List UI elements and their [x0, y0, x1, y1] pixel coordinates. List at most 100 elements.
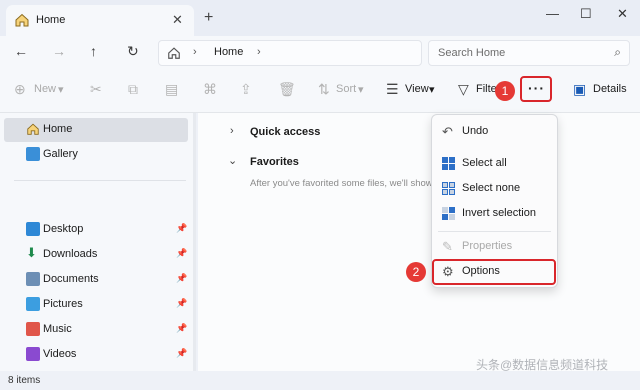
sidebar-item-downloads[interactable]: ⬇ Downloads 📌	[4, 243, 188, 267]
menu-item-properties: ✎ Properties	[432, 235, 557, 259]
content-pane: › Quick access ⌄ Favorites After you've …	[198, 113, 640, 371]
menu-item-label: Properties	[462, 240, 513, 252]
tab-close-icon[interactable]: ✕	[172, 12, 183, 28]
breadcrumb-home[interactable]: Home	[214, 46, 243, 58]
details-button[interactable]: Details	[593, 83, 627, 95]
pin-icon: 📌	[176, 348, 188, 358]
home-icon	[15, 13, 29, 27]
sidebar-item-home[interactable]: Home	[4, 118, 188, 142]
title-bar: Home ✕ + — ☐ ✕	[0, 0, 640, 36]
tab-title: Home	[36, 14, 66, 26]
videos-icon	[26, 347, 40, 361]
chevron-right-icon[interactable]: ›	[230, 125, 234, 137]
undo-icon: ↶	[442, 124, 453, 139]
pin-icon: 📌	[176, 323, 188, 333]
navigation-bar: ← → ↑ ↻ › Home › Search Home ⌕	[0, 36, 640, 68]
sidebar-item-label: Downloads	[43, 248, 98, 260]
menu-item-undo[interactable]: ↶ Undo	[432, 120, 557, 144]
breadcrumb-separator: ›	[193, 46, 197, 58]
maximize-button[interactable]: ☐	[580, 6, 592, 22]
pictures-icon	[26, 297, 40, 311]
sidebar-item-music[interactable]: Music 📌	[4, 318, 188, 342]
gallery-icon	[26, 147, 40, 161]
breadcrumb-separator: ›	[257, 46, 261, 58]
pin-icon: 📌	[176, 223, 188, 233]
more-icon: ···	[528, 80, 545, 96]
search-input[interactable]: Search Home ⌕	[428, 40, 630, 66]
quick-access-header[interactable]: Quick access	[250, 126, 320, 138]
menu-item-invert-selection[interactable]: Invert selection	[432, 202, 557, 226]
menu-item-select-none[interactable]: Select none	[432, 177, 557, 201]
menu-item-label: Invert selection	[462, 207, 536, 219]
step-badge-1: 1	[495, 81, 515, 101]
chevron-down-icon[interactable]: ⌄	[228, 154, 237, 167]
menu-item-select-all[interactable]: Select all	[432, 152, 557, 176]
favorites-header[interactable]: Favorites	[250, 156, 299, 168]
menu-item-label: Undo	[462, 125, 489, 137]
watermark: 头条@数据信息频道科技	[476, 358, 609, 372]
sidebar-item-documents[interactable]: Documents 📌	[4, 268, 188, 292]
favorites-empty-hint: After you've favorited some files, we'll…	[250, 178, 433, 189]
delete-icon[interactable]: 🗑	[278, 81, 296, 98]
chevron-down-icon: ▾	[358, 84, 364, 96]
desktop-icon	[26, 222, 40, 236]
invert-selection-icon	[442, 207, 455, 220]
select-none-icon	[442, 182, 455, 195]
sidebar-item-videos[interactable]: Videos 📌	[4, 343, 188, 367]
select-all-icon	[442, 157, 455, 170]
step-badge-2: 2	[406, 262, 426, 282]
sidebar-item-label: Videos	[43, 348, 77, 360]
sidebar-item-label: Music	[43, 323, 72, 335]
menu-item-label: Select none	[462, 182, 521, 194]
documents-icon	[26, 272, 40, 286]
see-more-button[interactable]: ···	[520, 76, 552, 102]
new-icon: ⊕	[14, 81, 26, 97]
sidebar-item-label: Desktop	[43, 223, 84, 235]
options-highlight-outline	[432, 259, 556, 285]
rename-icon[interactable]: ⌘	[203, 81, 217, 98]
chevron-down-icon: ▾	[58, 84, 64, 96]
sidebar-item-pictures[interactable]: Pictures 📌	[4, 293, 188, 317]
properties-icon: ✎	[442, 239, 453, 254]
sidebar-item-label: Gallery	[43, 148, 78, 160]
menu-item-label: Select all	[462, 157, 507, 169]
back-button[interactable]: ←	[14, 43, 28, 59]
item-count: 8 items	[8, 375, 41, 386]
new-button[interactable]: New	[34, 83, 56, 95]
sidebar-item-label: Pictures	[43, 298, 83, 310]
cut-icon[interactable]: ✂	[90, 81, 102, 98]
pin-icon: 📌	[176, 298, 188, 308]
sort-button[interactable]: Sort	[336, 83, 356, 95]
tab-home[interactable]: Home ✕	[6, 5, 194, 36]
details-pane-icon: ▣	[573, 81, 587, 97]
home-icon	[168, 47, 180, 59]
view-icon: ☰	[386, 81, 399, 97]
copy-icon[interactable]: ⧉	[128, 81, 138, 98]
navigation-pane: Home Gallery Desktop 📌 ⬇ Downloads 📌 Doc…	[0, 113, 196, 371]
share-icon[interactable]: ⇪	[240, 81, 252, 98]
refresh-button[interactable]: ↻	[127, 43, 139, 60]
close-button[interactable]: ✕	[617, 6, 628, 22]
chevron-down-icon: ▾	[429, 84, 435, 96]
view-button[interactable]: View	[405, 83, 429, 95]
minimize-button[interactable]: —	[546, 6, 559, 21]
pin-icon: 📌	[176, 248, 188, 258]
forward-button[interactable]: →	[52, 43, 66, 59]
address-bar[interactable]: › Home ›	[158, 40, 422, 66]
home-icon	[27, 123, 39, 135]
sidebar-item-desktop[interactable]: Desktop 📌	[4, 218, 188, 242]
command-bar: ⊕ New ▾ ✂ ⧉ ▤ ⌘ ⇪ 🗑 ⇅ Sort ▾ ☰ View ▾ ▽ …	[0, 68, 640, 113]
status-bar: 8 items	[0, 371, 640, 390]
pin-icon: 📌	[176, 273, 188, 283]
sidebar-scrollbar[interactable]	[193, 113, 196, 371]
menu-divider	[438, 231, 551, 232]
new-tab-button[interactable]: +	[204, 9, 213, 27]
sidebar-divider	[14, 180, 186, 181]
sidebar-item-gallery[interactable]: Gallery	[4, 143, 188, 167]
sidebar-item-label: Documents	[43, 273, 99, 285]
paste-icon[interactable]: ▤	[165, 81, 178, 98]
search-placeholder: Search Home	[438, 47, 506, 59]
sort-icon: ⇅	[318, 81, 330, 97]
up-button[interactable]: ↑	[90, 43, 97, 59]
downloads-icon: ⬇	[26, 245, 37, 260]
